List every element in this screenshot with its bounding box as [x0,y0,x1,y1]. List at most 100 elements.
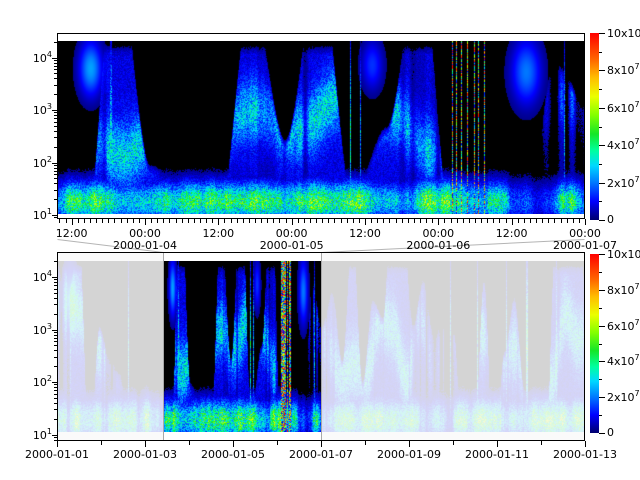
x-minor-tick [163,219,164,223]
exponent: 1 [47,207,52,216]
exponent: 7 [635,175,640,184]
y-minor-tick [54,131,57,132]
colorbar-major-tick [599,108,605,109]
x-major-tick [145,219,146,225]
x-date-label: 2000-01-13 [553,449,617,461]
y-minor-tick [54,66,57,67]
exponent: 3 [47,102,52,111]
x-date-label: 2000-01-06 [406,240,470,252]
y-minor-tick [54,285,57,286]
x-minor-tick [518,219,519,223]
x-date-label: 2000-01-03 [113,449,177,461]
x-minor-tick [371,219,372,223]
y-major-tick [52,110,57,111]
x-date-label: 2000-01-09 [377,449,441,461]
x-minor-tick [389,219,390,223]
x-minor-tick [457,219,458,223]
y-minor-tick [54,190,57,191]
y-major-tick [52,163,57,164]
x-date-label: 2000-01-04 [113,240,177,252]
x-minor-tick [536,219,537,223]
y-minor-tick [54,261,57,262]
x-tick-label: 12:00 [349,228,381,240]
y-minor-tick [54,73,57,74]
y-minor-tick [54,122,57,123]
detail-plot-frame [57,33,585,219]
y-tick-label: 101 [33,428,52,442]
y-tick-label: 104 [33,51,52,65]
colorbar-minor-tick [599,89,602,90]
y-minor-tick [54,335,57,336]
x-minor-tick [487,219,488,223]
x-minor-tick [188,219,189,223]
y-minor-tick [54,165,57,166]
x-minor-tick [90,219,91,223]
x-minor-tick [102,219,103,223]
y-major-tick [52,330,57,331]
x-minor-tick [182,219,183,223]
x-minor-tick [383,219,384,223]
y-minor-tick [54,94,57,95]
colorbar-major-tick [599,220,605,221]
x-major-tick [145,441,146,447]
colorbar-tick-label: 8x107 [607,64,640,78]
x-minor-tick [328,219,329,223]
x-minor-tick [66,219,67,223]
x-minor-tick [133,219,134,223]
y-minor-tick [54,183,57,184]
x-minor-tick [169,219,170,223]
x-major-tick [233,441,234,447]
colorbar-major-tick [599,290,605,291]
y-minor-tick [54,178,57,179]
x-minor-tick [548,219,549,223]
x-minor-tick [579,219,580,223]
exponent: 7 [635,100,640,109]
x-minor-tick [353,219,354,223]
detail-colorbar[interactable] [590,33,599,220]
exponent: 7 [635,63,640,72]
x-minor-tick [304,219,305,223]
x-minor-tick [453,441,454,445]
y-minor-tick [54,409,57,410]
x-minor-tick [212,219,213,223]
x-minor-tick [365,441,366,445]
colorbar-tick-label: 2x107 [607,390,640,404]
colorbar-major-tick [599,254,605,255]
x-minor-tick [377,219,378,223]
x-major-tick [321,441,322,447]
x-minor-tick [414,219,415,223]
y-tick-label: 103 [33,323,52,337]
y-major-tick [52,58,57,59]
x-minor-tick [530,219,531,223]
x-minor-tick [78,219,79,223]
y-minor-tick [54,42,57,43]
x-minor-tick [224,219,225,223]
x-minor-tick [444,219,445,223]
x-minor-tick [359,219,360,223]
x-minor-tick [279,219,280,223]
y-minor-tick [54,332,57,333]
x-minor-tick [200,219,201,223]
x-major-tick [585,219,586,225]
x-major-tick [409,441,410,447]
y-minor-tick [54,440,57,441]
x-tick-label: 12:00 [202,228,234,240]
colorbar-tick-label: 8x107 [607,283,640,297]
colorbar-minor-tick [599,415,602,416]
overview-colorbar[interactable] [590,254,599,433]
y-tick-label: 102 [33,375,52,389]
x-minor-tick [310,219,311,223]
x-date-label: 2000-01-01 [25,449,89,461]
x-minor-tick [139,219,140,223]
y-minor-tick [54,279,57,280]
colorbar-minor-tick [599,52,602,53]
x-major-tick [438,219,439,225]
y-major-tick [52,277,57,278]
x-minor-tick [524,219,525,223]
colorbar-tick-label: 6x107 [607,101,640,115]
x-minor-tick [554,219,555,223]
colorbar-major-tick [599,361,605,362]
y-minor-tick [54,171,57,172]
x-minor-tick [475,219,476,223]
y-minor-tick [54,394,57,395]
